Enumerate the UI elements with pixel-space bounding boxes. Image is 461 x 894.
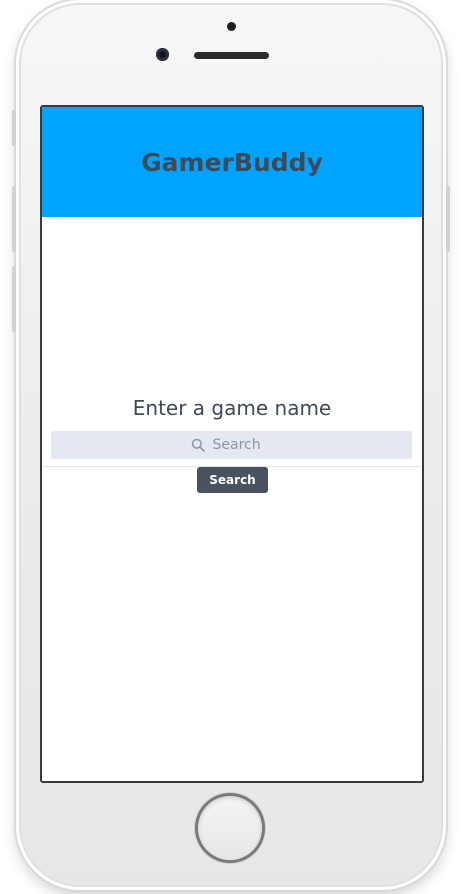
phone-screen: GamerBuddy Enter a game name Search (40, 105, 424, 783)
power-button (446, 186, 450, 252)
search-icon (191, 438, 205, 452)
search-box[interactable] (51, 431, 412, 459)
app-header: GamerBuddy (42, 107, 422, 217)
app-title: GamerBuddy (141, 147, 323, 177)
home-button[interactable] (198, 796, 262, 860)
search-button[interactable]: Search (197, 467, 268, 493)
front-camera (156, 48, 169, 61)
earpiece-speaker (194, 52, 269, 59)
search-input[interactable] (212, 437, 273, 453)
volume-down-button (12, 266, 16, 332)
search-prompt: Enter a game name (132, 396, 332, 420)
silent-switch (12, 110, 16, 146)
volume-up-button (12, 186, 16, 252)
proximity-sensor (227, 22, 236, 31)
